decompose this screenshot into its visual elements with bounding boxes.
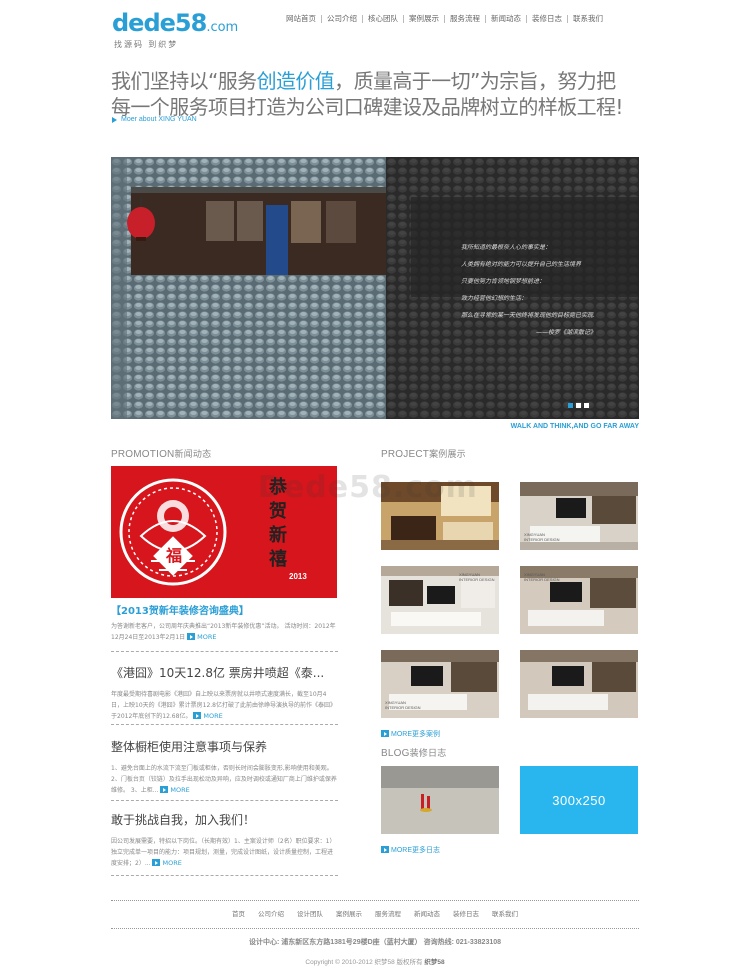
logo-suffix: .com <box>206 20 239 35</box>
news-item: 整体橱柜使用注意事项与保养 1、避免台面上的水流下流至门板或柜体，否则长时间会膨… <box>111 738 338 796</box>
greeting-year: 2013 <box>289 572 307 581</box>
arrow-right-icon <box>152 859 161 866</box>
news-more-link[interactable]: MORE <box>152 859 182 867</box>
banner-signature: ——梭罗《湖滨散记》 <box>536 329 597 336</box>
slider-dot-1[interactable] <box>568 403 573 408</box>
nav-item-process[interactable]: 服务流程 <box>444 15 485 23</box>
more-blog-link[interactable]: MORE更多日志 <box>381 845 440 855</box>
slider-dots <box>568 403 589 408</box>
blog-thumbnail[interactable] <box>381 766 499 834</box>
footer-contact: 设计中心: 浦东新区东方路1381号29楼D座（蓝村大厦） 咨询热线: 021-… <box>248 939 502 946</box>
news-title[interactable]: 整体橱柜使用注意事项与保养 <box>111 738 338 755</box>
footer-link-team[interactable]: 设计团队 <box>297 908 323 918</box>
blog-heading: BLOG装修日志 <box>381 748 447 759</box>
nav-item-about[interactable]: 公司介绍 <box>321 15 362 23</box>
divider <box>111 651 338 652</box>
slider-dot-3[interactable] <box>584 403 589 408</box>
news-more-link[interactable]: MORE <box>160 786 190 794</box>
news-desc: 因公司发展需要，特招以下岗位。（长期有效）1、主案设计师（2名）职位要求：1）独… <box>111 838 336 867</box>
fu-character: 福 <box>165 546 182 565</box>
footer-link-about[interactable]: 公司介绍 <box>258 908 284 918</box>
footer-link-contact[interactable]: 联系我们 <box>492 908 518 918</box>
news-more-link[interactable]: MORE <box>187 633 216 641</box>
arrow-right-icon <box>160 786 169 793</box>
arrow-right-icon <box>381 846 389 853</box>
news-title[interactable]: 【2013贺新年装修咨询盛典】 <box>111 602 338 617</box>
hero-statement: 我们坚持以“服务创造价值，质量高于一切”为宗旨，努力把 每一个服务项目打造为公司… <box>111 68 641 120</box>
hero-line1-after: ，质量高于一切”为宗旨，努力把 <box>334 69 616 93</box>
news-title[interactable]: 《港囧》10天12.8亿 票房井喷超《泰... <box>111 664 338 681</box>
ad-placeholder[interactable]: 300x250 <box>520 766 638 834</box>
more-about-link[interactable]: Moer about XING YUAN <box>112 116 197 123</box>
banner-caption: WALK AND THINK,AND GO FAR AWAY <box>510 423 639 430</box>
footer-brand[interactable]: 织梦58 <box>424 959 444 966</box>
arrow-right-icon <box>187 633 196 640</box>
banner-slider[interactable]: 我所知道的最根奈人心的事实是： 人类拥有绝对的能力可以提升自己的生活境界 只要他… <box>111 157 639 419</box>
project-thumbnail[interactable]: XINGYUAN INTERIOR DESIGN <box>381 566 499 634</box>
footer-link-blog[interactable]: 装修日志 <box>453 908 479 918</box>
nav-item-contact[interactable]: 联系我们 <box>567 15 608 23</box>
footer-nav: 首页 公司介绍 设计团队 案例展示 服务流程 新闻动态 装修日志 联系我们 <box>111 908 639 918</box>
footer-copyright: Copyright © 2010-2012 织梦58 版权所有 织梦58 <box>305 959 445 966</box>
hero-highlight: 创造价值 <box>256 69 335 93</box>
logo-text: dede58 <box>112 9 207 37</box>
hero-line1-before: 我们坚持以“服务 <box>111 69 257 93</box>
news-desc: 1、避免台面上的水流下流至门板或柜体，否则长时间会膨胀变形,影响使用和美观。 2… <box>111 765 337 794</box>
nav-item-news[interactable]: 新闻动态 <box>485 15 526 23</box>
project-thumbnail[interactable]: XINGYUAN INTERIOR DESIGN <box>520 566 638 634</box>
footer-link-cases[interactable]: 案例展示 <box>336 908 362 918</box>
nav-item-cases[interactable]: 案例展示 <box>403 15 444 23</box>
nav-item-blog[interactable]: 装修日志 <box>526 15 567 23</box>
divider <box>111 875 338 876</box>
more-about-label: Moer about XING YUAN <box>121 116 197 123</box>
footer-link-news[interactable]: 新闻动态 <box>414 908 440 918</box>
divider <box>111 724 338 725</box>
news-more-link[interactable]: MORE <box>193 712 223 720</box>
news-desc: 为答谢新老客户，公司周年庆典推出“2013新年装修优惠”活动。 活动时间：201… <box>111 623 336 641</box>
nav-item-home[interactable]: 网站首页 <box>281 15 321 23</box>
news-item: 敢于挑战自我，加入我们！ 因公司发展需要，特招以下岗位。（长期有效）1、主案设计… <box>111 811 338 869</box>
footer-link-process[interactable]: 服务流程 <box>375 908 401 918</box>
more-cases-link[interactable]: MORE更多案例 <box>381 729 440 739</box>
divider <box>111 800 338 801</box>
site-logo[interactable]: dede58.com 找源码 到织梦 <box>112 9 238 49</box>
main-nav: 网站首页 公司介绍 核心团队 案例展示 服务流程 新闻动态 装修日志 联系我们 <box>281 15 608 23</box>
project-thumbnail[interactable]: XINGYUAN INTERIOR DESIGN <box>520 482 638 550</box>
watermark: Dede58.com <box>258 470 478 505</box>
arrow-right-icon <box>112 116 117 123</box>
arrow-right-icon <box>381 730 389 737</box>
project-heading: PROJECT案例展示 <box>381 449 466 460</box>
footer-divider <box>111 928 639 929</box>
nav-item-team[interactable]: 核心团队 <box>362 15 403 23</box>
project-thumbnail[interactable]: XINGYUAN INTERIOR DESIGN <box>381 650 499 718</box>
news-item: 《港囧》10天12.8亿 票房井喷超《泰... 年度最受期待喜剧电影《港囧》自上… <box>111 664 338 722</box>
news-desc: 年度最受期待喜剧电影《港囧》自上映以来票房就以井喷式速度满长，截至10月4日，上… <box>111 691 336 720</box>
banner-poem: 我所知道的最根奈人心的事实是： 人类拥有绝对的能力可以提升自己的生活境界 只要他… <box>461 239 596 341</box>
promotion-heading: PROMOTION新闻动态 <box>111 449 212 460</box>
news-title[interactable]: 敢于挑战自我，加入我们！ <box>111 811 338 828</box>
arrow-right-icon <box>193 712 202 719</box>
footer-divider <box>111 900 639 901</box>
news-item: 【2013贺新年装修咨询盛典】 为答谢新老客户，公司周年庆典推出“2013新年装… <box>111 602 338 643</box>
footer-link-home[interactable]: 首页 <box>232 908 245 918</box>
project-thumbnail[interactable] <box>520 650 638 718</box>
slider-dot-2[interactable] <box>576 403 581 408</box>
